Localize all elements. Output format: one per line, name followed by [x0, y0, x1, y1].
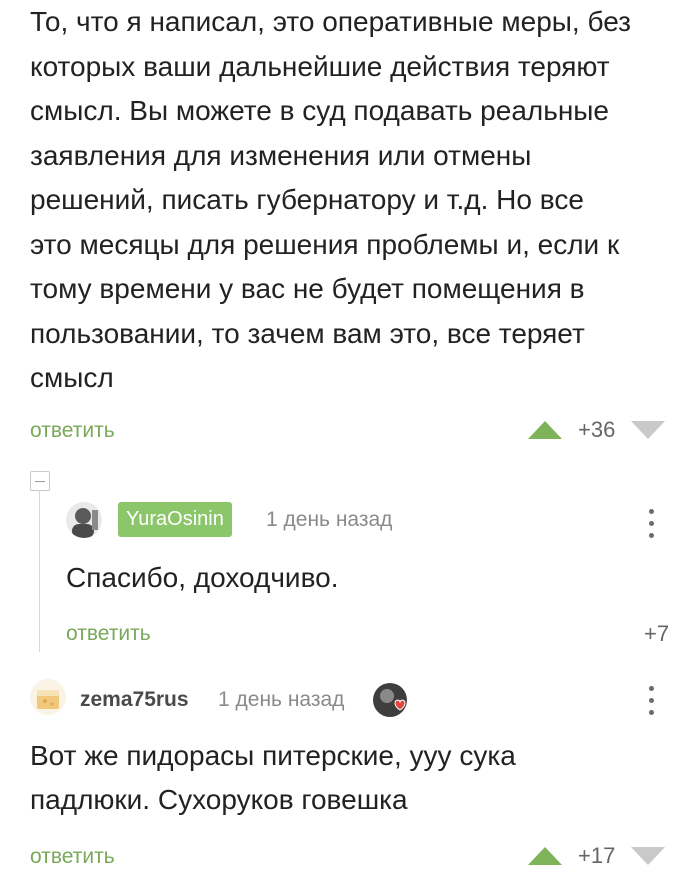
vote-up-icon[interactable] — [528, 421, 562, 439]
thread-line — [39, 490, 40, 652]
reply-link[interactable]: ответить — [30, 419, 115, 443]
comment-1-line: которых ваши дальнейшие действия теряют — [30, 50, 610, 82]
reply-link[interactable]: ответить — [66, 622, 151, 646]
avatar[interactable] — [30, 679, 66, 715]
comment-3-rating: +17 — [528, 843, 666, 869]
comment-1-rating: +36 — [528, 417, 666, 443]
comment-1-line: заявления для изменения или отмены — [30, 139, 532, 171]
score: +17 — [578, 843, 616, 868]
comment-1-line: смысл. Вы можете в суд подавать реальные — [30, 95, 609, 126]
comment-timestamp: 1 день назад — [218, 688, 345, 711]
comment-1-line: пользовании, то зачем вам это, все теряе… — [30, 317, 585, 349]
comment-1-line: смысл — [30, 362, 114, 393]
more-options-icon[interactable] — [646, 505, 656, 545]
username-badge[interactable]: YuraOsinin — [118, 502, 232, 537]
comment-1-actions: ответить — [30, 419, 115, 443]
vote-down-icon[interactable] — [631, 421, 666, 439]
comment-1-line: решений, писать губернатору и т.д. Но вс… — [30, 184, 584, 215]
score: +7 — [644, 621, 670, 646]
collapse-icon — [35, 480, 45, 482]
vote-down-icon[interactable] — [631, 847, 666, 865]
score: +36 — [578, 417, 616, 442]
comment-2-text: Спасибо, доходчиво. — [66, 562, 339, 593]
comment-timestamp: 1 день назад — [266, 508, 393, 531]
username[interactable]: zema75rus — [80, 688, 189, 712]
comment-3-text: Вот же пидорасы питерские, ууу сука падл… — [30, 734, 516, 822]
collapse-thread-button[interactable] — [30, 471, 50, 491]
comment-1-line: То, что я написал, это оперативные меры,… — [30, 6, 631, 37]
heart-badge-icon — [372, 682, 408, 718]
more-options-icon[interactable] — [646, 682, 656, 722]
comment-3-actions: ответить — [30, 845, 115, 869]
comment-1-line: это месяцы для решения проблемы и, если … — [30, 228, 620, 260]
vote-up-icon[interactable] — [528, 847, 562, 865]
comment-3-line: падлюки. Сухоруков говешка — [30, 784, 408, 815]
reply-link[interactable]: ответить — [30, 845, 115, 869]
comment-1-text: То, что я написал, это оперативные меры,… — [30, 0, 680, 401]
comment-1-line: тому времени у вас не будет помещения в — [30, 273, 585, 304]
avatar[interactable] — [66, 502, 102, 538]
comment-3-line: Вот же пидорасы питерские, ууу сука — [30, 740, 516, 771]
